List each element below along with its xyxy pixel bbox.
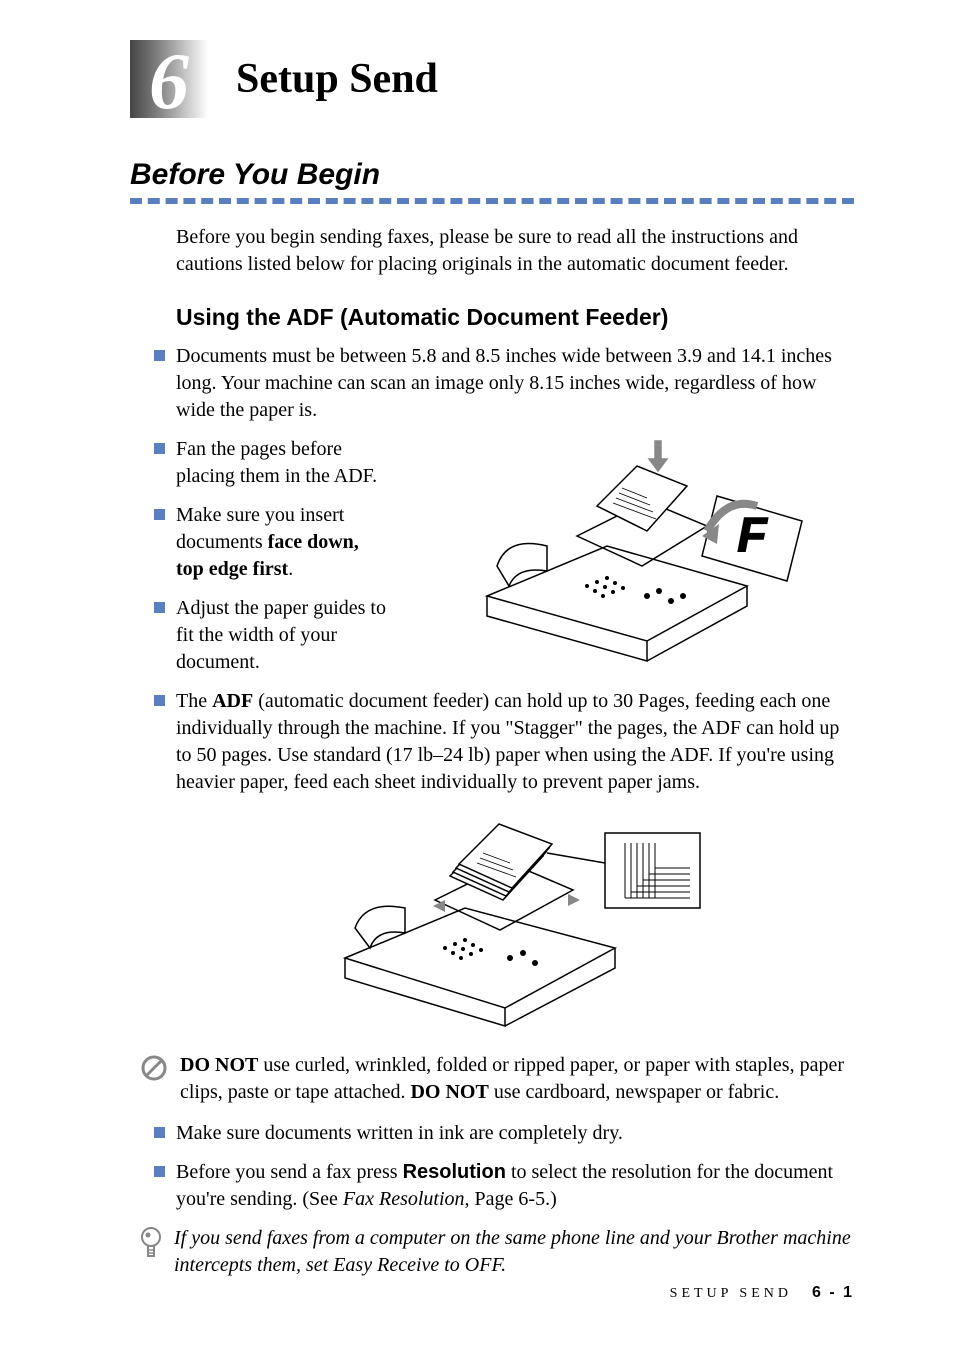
text-column: Fan the pages before placing them in the…: [130, 436, 390, 688]
bullet-text-post: (automatic document feeder) can hold up …: [176, 690, 839, 793]
bullet-item: The ADF (automatic document feeder) can …: [176, 688, 854, 796]
content-row: Fan the pages before placing them in the…: [130, 436, 854, 688]
bullet-square-icon: [154, 602, 165, 613]
face-letter: F: [737, 509, 768, 562]
section-intro: Before you begin sending faxes, please b…: [176, 224, 854, 278]
bullet-text: Documents must be between 5.8 and 8.5 in…: [176, 345, 832, 421]
bullet-text: Fan the pages before placing them in the…: [176, 438, 377, 487]
bullet-text-post: , Page 6-5.): [465, 1188, 557, 1210]
bullet-text: Make sure documents written in ink are c…: [176, 1122, 623, 1144]
bullet-item: Adjust the paper guides to fit the width…: [176, 595, 390, 676]
prohibit-note: DO NOT use curled, wrinkled, folded or r…: [140, 1052, 854, 1106]
bullet-square-icon: [154, 509, 165, 520]
bullet-item: Documents must be between 5.8 and 8.5 in…: [176, 343, 854, 424]
bullet-text-pre: The: [176, 690, 212, 712]
bullet-square-icon: [154, 695, 165, 706]
bullet-square-icon: [154, 350, 165, 361]
chapter-header: 6 Setup Send: [130, 40, 854, 118]
lightbulb-icon: [140, 1227, 162, 1263]
bullet-item: Make sure documents written in ink are c…: [176, 1120, 854, 1147]
prohibit-icon: [140, 1054, 168, 1082]
fax-stagger-illustration: [176, 808, 854, 1028]
prohibit-text: DO NOT use curled, wrinkled, folded or r…: [180, 1052, 854, 1106]
section-title: Before You Begin: [130, 158, 854, 192]
chapter-number: 6: [149, 42, 189, 122]
chapter-title: Setup Send: [236, 55, 438, 103]
prohibit-bold-1: DO NOT: [180, 1054, 258, 1076]
bullet-text-bold: ADF: [212, 690, 253, 712]
page-footer: SETUP SEND 6 - 1: [670, 1284, 854, 1302]
page-number: 6 - 1: [812, 1284, 854, 1302]
bullet-text-pre: Before you send a fax press: [176, 1161, 403, 1183]
bullet-square-icon: [154, 1127, 165, 1138]
bullet-text-post: .: [288, 558, 293, 580]
subsection-title: Using the ADF (Automatic Document Feeder…: [176, 304, 854, 331]
prohibit-span-2: use cardboard, newspaper or fabric.: [489, 1081, 779, 1103]
prohibit-bold-2: DO NOT: [410, 1081, 488, 1103]
bullet-text-bold: Resolution: [403, 1161, 506, 1183]
bullet-item: Fan the pages before placing them in the…: [176, 436, 390, 490]
bullet-item: Make sure you insert documents face down…: [176, 502, 390, 583]
fax-insert-illustration: F: [410, 436, 854, 666]
chapter-number-badge: 6: [130, 40, 208, 118]
running-head: SETUP SEND: [670, 1286, 792, 1302]
note-text: If you send faxes from a computer on the…: [174, 1225, 854, 1279]
bullet-square-icon: [154, 443, 165, 454]
bullet-square-icon: [154, 1166, 165, 1177]
bullet-text: Adjust the paper guides to fit the width…: [176, 597, 386, 673]
section-rule: [130, 198, 854, 204]
bullet-item: Before you send a fax press Resolution t…: [176, 1159, 854, 1213]
bullet-text-italic: Fax Resolution: [343, 1188, 465, 1210]
tip-note: If you send faxes from a computer on the…: [140, 1225, 854, 1279]
